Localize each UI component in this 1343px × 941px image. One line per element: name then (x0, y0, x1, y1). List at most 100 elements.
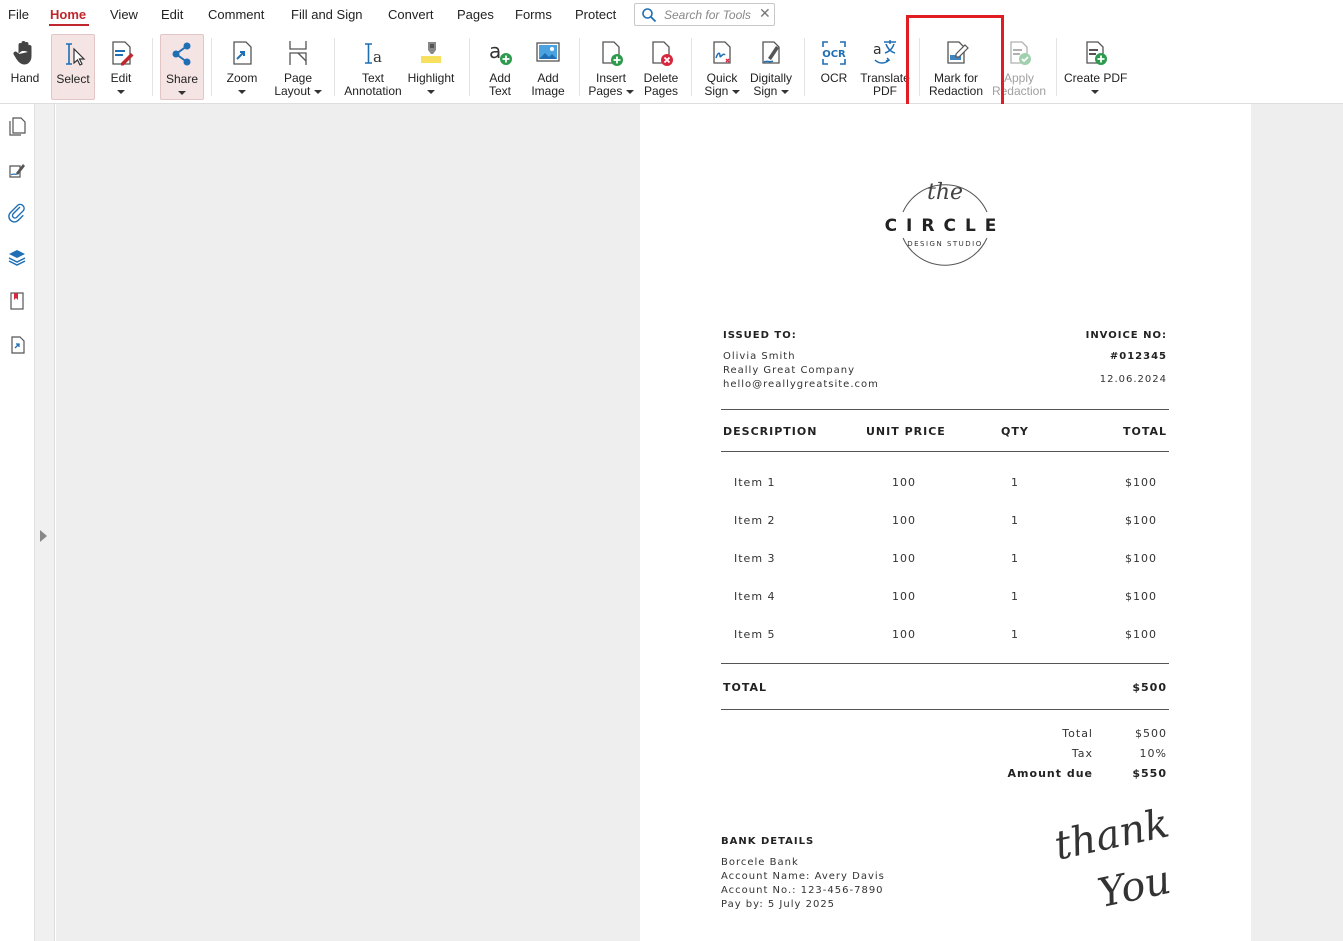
sidebar-collapse-strip[interactable] (35, 104, 55, 941)
digitally-sign-label-line2: Sign (753, 84, 778, 98)
tool-search-input[interactable]: Search for Tools ✕ (634, 3, 775, 26)
col-unit-price: UNIT PRICE (866, 425, 946, 438)
text-annotation-label-line2: Annotation (344, 84, 402, 98)
menu-fill-and-sign[interactable]: Fill and Sign (291, 7, 363, 22)
delete-pages-label-line1: Delete (643, 71, 679, 85)
account-number: Account No.: 123-456-7890 (721, 885, 884, 896)
page-layout-label-line2: Layout (274, 84, 311, 98)
hand-tool-button[interactable]: Hand (4, 34, 46, 100)
summary-total-value: $500 (1135, 727, 1167, 740)
translate-pdf-label: Translate PDF (860, 72, 910, 98)
total-value: $500 (1132, 681, 1167, 694)
signature-panel-icon[interactable] (6, 159, 28, 181)
ribbon-divider (334, 38, 335, 96)
pages-thumbnail-icon[interactable] (6, 115, 28, 137)
insert-pages-label-line1: Insert (595, 71, 626, 85)
add-image-label-line1: Add (537, 71, 559, 85)
document-canvas: the CIRCLE DESIGN STUDIO ISSUED TO: Oliv… (56, 104, 1343, 941)
ribbon-divider (579, 38, 580, 96)
row-description: Item 4 (734, 590, 776, 603)
edit-document-icon (112, 41, 134, 66)
ribbon-divider (804, 38, 805, 96)
svg-text:OCR: OCR (822, 49, 846, 60)
chevron-down-icon (313, 89, 322, 94)
hand-label: Hand (10, 71, 40, 85)
highlight-button[interactable]: Highlight (404, 34, 458, 100)
ocr-label: OCR (820, 71, 848, 85)
ribbon-divider (152, 38, 153, 96)
logo-tagline: DESIGN STUDIO (907, 240, 983, 248)
quick-sign-label-line1: Quick (706, 71, 738, 85)
menu-protect[interactable]: Protect (575, 7, 616, 22)
insert-pages-label: Insert Pages (587, 72, 635, 98)
mark-for-redaction-button[interactable]: Mark for Redaction (926, 34, 986, 100)
paperclip-icon[interactable] (6, 202, 28, 224)
add-image-button[interactable]: Add Image (526, 34, 570, 100)
apply-redaction-button[interactable]: Apply Redaction (990, 34, 1048, 100)
zoom-button[interactable]: Zoom (220, 34, 264, 100)
chevron-down-icon (780, 89, 789, 94)
chevron-right-icon[interactable] (40, 530, 47, 542)
page-layout-button[interactable]: Page Layout (270, 34, 326, 100)
client-name: Olivia Smith (723, 351, 796, 362)
left-sidebar (0, 104, 35, 941)
menu-file[interactable]: File (8, 7, 29, 22)
ribbon-toolbar: Hand Select Edit Share Zoom Page Layout … (0, 30, 1343, 104)
menu-home[interactable]: Home (50, 7, 86, 22)
menu-convert[interactable]: Convert (388, 7, 434, 22)
insert-pages-button[interactable]: Insert Pages (587, 34, 635, 100)
menu-forms[interactable]: Forms (515, 7, 552, 22)
chevron-down-icon (178, 91, 186, 95)
row-unit-price: 100 (892, 514, 916, 527)
create-pdf-button[interactable]: Create PDF (1064, 34, 1127, 100)
row-qty: 1 (1011, 590, 1019, 603)
add-text-button[interactable]: a Add Text (478, 34, 522, 100)
menu-edit[interactable]: Edit (161, 7, 183, 22)
chevron-down-icon (427, 90, 435, 94)
highlight-label: Highlight (407, 71, 455, 85)
account-name: Account Name: Avery Davis (721, 871, 885, 882)
quick-sign-button[interactable]: Quick Sign (699, 34, 745, 100)
digitally-sign-label: Digitally Sign (746, 72, 796, 98)
bookmark-icon[interactable] (6, 290, 28, 312)
menu-view[interactable]: View (110, 7, 138, 22)
row-unit-price: 100 (892, 628, 916, 641)
menu-pages[interactable]: Pages (457, 7, 494, 22)
menu-comment[interactable]: Comment (208, 7, 264, 22)
ribbon-divider (919, 38, 920, 96)
row-description: Item 2 (734, 514, 776, 527)
text-annotation-button[interactable]: a Text Annotation (343, 34, 403, 100)
row-total: $100 (1125, 476, 1157, 489)
row-qty: 1 (1011, 476, 1019, 489)
pay-by: Pay by: 5 July 2025 (721, 899, 836, 910)
mark-redaction-icon (947, 41, 969, 64)
mark-for-redaction-label-line2: Redaction (928, 84, 984, 98)
summary-amount-due-value: $550 (1132, 767, 1167, 780)
translate-pdf-label-line1: Translate (860, 71, 910, 85)
text-select-cursor-icon (66, 43, 86, 66)
text-annotation-icon: a (365, 43, 382, 66)
ocr-button[interactable]: OCR OCR (813, 34, 855, 100)
row-unit-price: 100 (892, 590, 916, 603)
select-tool-button[interactable]: Select (51, 34, 95, 100)
zoom-label: Zoom (226, 71, 258, 85)
page-export-icon[interactable] (6, 334, 28, 356)
select-label: Select (56, 72, 90, 86)
apply-redaction-label-line1: Apply (1003, 71, 1035, 85)
layers-icon[interactable] (6, 246, 28, 268)
translate-pdf-button[interactable]: a Translate PDF (860, 34, 910, 100)
close-icon[interactable]: ✕ (759, 5, 771, 22)
hand-icon (13, 41, 32, 65)
summary-tax-label: Tax (1071, 747, 1093, 760)
thank-you-script: thank You (1050, 800, 1179, 937)
row-total: $100 (1125, 552, 1157, 565)
row-qty: 1 (1011, 514, 1019, 527)
digitally-sign-button[interactable]: Digitally Sign (746, 34, 796, 100)
logo: the CIRCLE DESIGN STUDIO (885, 172, 996, 278)
divider (721, 709, 1169, 710)
delete-pages-button[interactable]: Delete Pages (638, 34, 684, 100)
edit-tool-button[interactable]: Edit (100, 34, 142, 100)
share-button[interactable]: Share (160, 34, 204, 100)
search-icon (642, 8, 657, 23)
row-qty: 1 (1011, 552, 1019, 565)
